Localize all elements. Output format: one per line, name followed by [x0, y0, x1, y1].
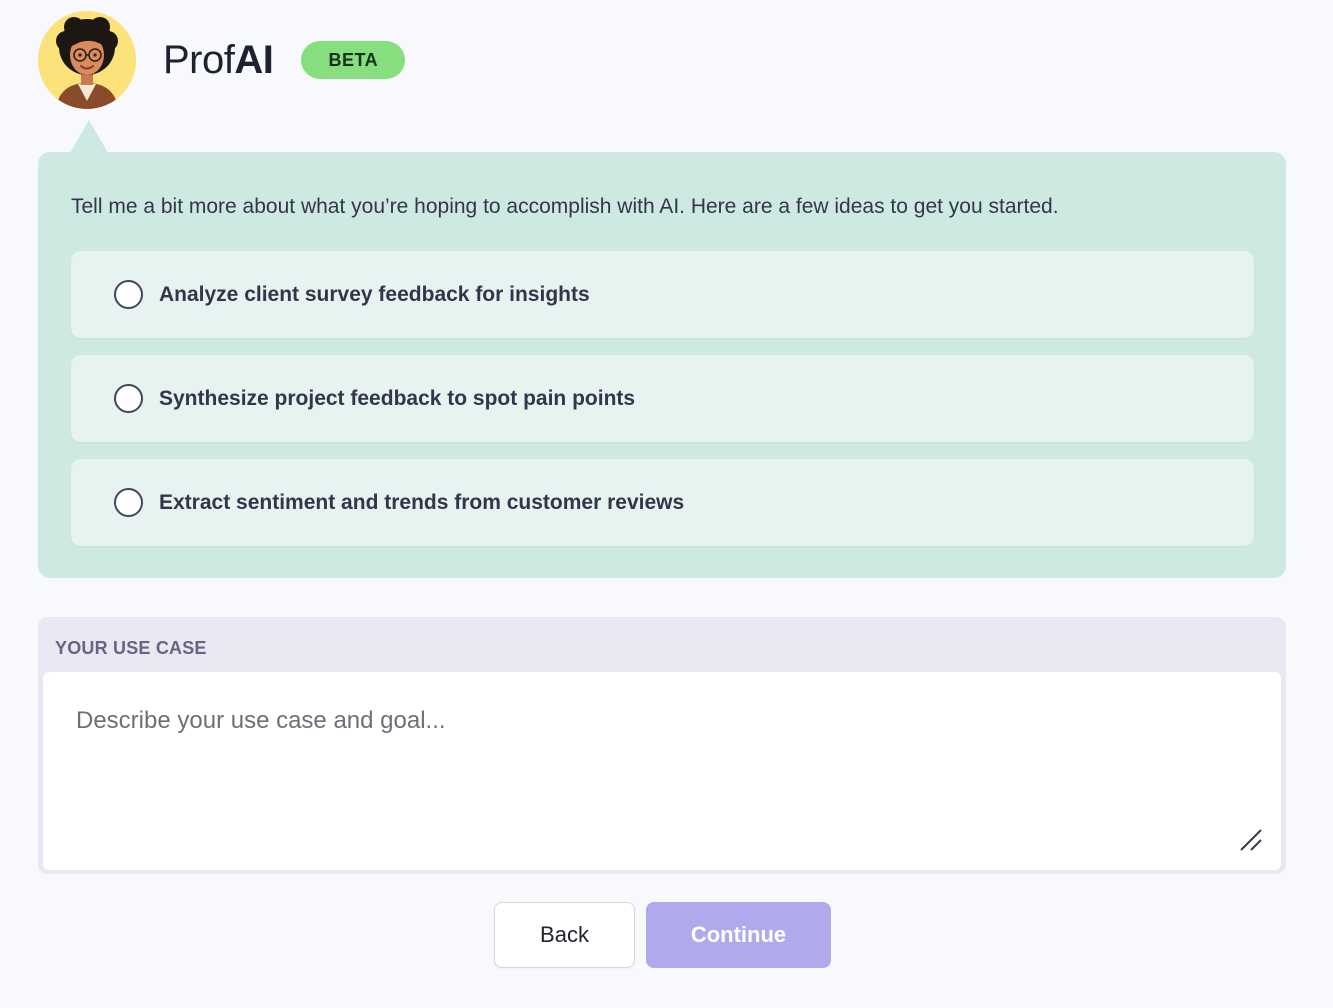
assistant-prompt-text: Tell me a bit more about what you’re hop… [71, 195, 1059, 218]
speech-bubble-pointer [70, 120, 108, 153]
assistant-message-panel: Tell me a bit more about what you’re hop… [38, 152, 1286, 578]
radio-button-icon[interactable] [114, 384, 143, 413]
suggestion-label: Extract sentiment and trends from custom… [159, 490, 685, 514]
app-logo-text: Prof AI [163, 37, 274, 83]
continue-button[interactable]: Continue [646, 902, 831, 968]
resize-handle-icon[interactable] [1238, 827, 1264, 853]
brand-prefix: Prof [163, 37, 235, 82]
app-header: Prof AI BETA [38, 10, 406, 110]
radio-button-icon[interactable] [114, 488, 143, 517]
suggestion-option-2[interactable]: Synthesize project feedback to spot pain… [71, 355, 1254, 442]
suggestion-option-3[interactable]: Extract sentiment and trends from custom… [71, 459, 1254, 546]
use-case-label: YOUR USE CASE [55, 638, 207, 658]
suggestion-label: Synthesize project feedback to spot pain… [159, 386, 636, 410]
brand-suffix: AI [234, 37, 274, 82]
use-case-section: YOUR USE CASE [38, 617, 1286, 874]
professor-avatar-icon [38, 11, 136, 109]
use-case-textarea[interactable] [43, 672, 1281, 870]
back-button[interactable]: Back [494, 902, 635, 968]
beta-badge: BETA [301, 41, 406, 79]
radio-button-icon[interactable] [114, 280, 143, 309]
suggestion-option-1[interactable]: Analyze client survey feedback for insig… [71, 251, 1254, 338]
suggestion-label: Analyze client survey feedback for insig… [159, 282, 590, 306]
